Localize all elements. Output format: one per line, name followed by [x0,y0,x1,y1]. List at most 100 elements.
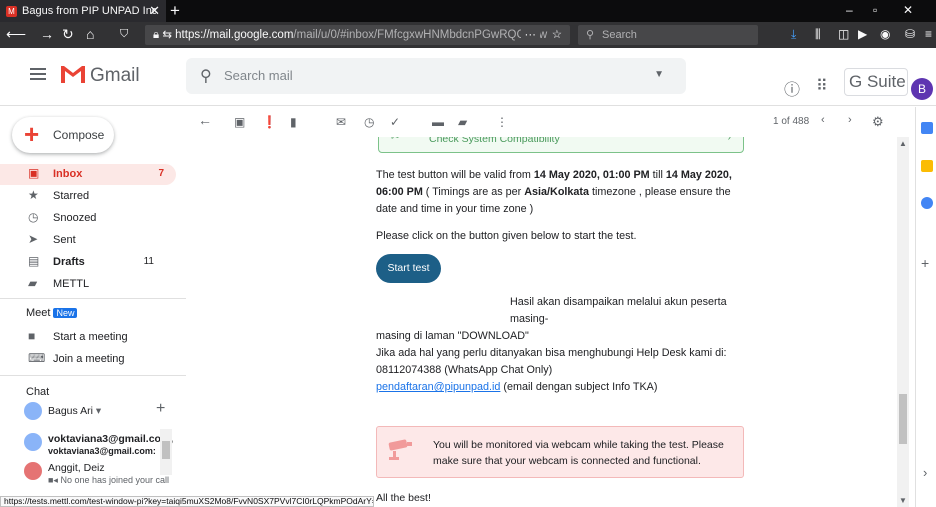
chevron-right-icon: › [727,137,731,143]
mark-unread-icon[interactable]: ✉ [336,115,346,129]
bookmark-star-icon[interactable]: ☆ [552,25,562,45]
gmail-favicon-icon: M [6,5,17,17]
validity-start: 14 May 2020, 01:00 PM [533,169,650,181]
settings-gear-icon[interactable]: ⚙ [872,114,884,130]
meet-section-title: Meet New [26,307,78,319]
back-to-inbox-icon[interactable]: ← [198,112,212,128]
snooze-icon[interactable]: ◷ [364,115,374,129]
sidebar-item-mettl[interactable]: ▰ METTL [0,274,176,295]
system-check-banner[interactable]: ✂ Check System Compatibility › [378,137,744,153]
user-avatar [24,402,42,420]
pocket-icon[interactable]: ▶ [858,27,867,41]
search-icon[interactable]: ⚲ [200,66,212,86]
sidebar-item-label: Snoozed [53,212,97,224]
join-meeting-item[interactable]: ⌨ Join a meeting [0,349,176,370]
url-bar[interactable]: 🔒︎ ⇆ https://mail.google.com/mail/u/0/#i… [145,25,570,45]
add-chat-button[interactable]: + [156,400,165,418]
account-avatar[interactable]: B [911,78,933,100]
apps-grid-icon[interactable]: ⠿ [816,76,828,96]
tab-title: Bagus from PIP UNPAD Indonesi [22,5,156,17]
sidebar-item-inbox[interactable]: ▣ Inbox 7 [0,164,176,185]
contact-email-link[interactable]: pendaftaran@pipunpad.id [376,381,500,393]
page-actions-icon[interactable]: ··· [520,25,540,45]
send-icon: ➤ [28,232,39,246]
scroll-thumb[interactable] [899,394,907,444]
sidebar-item-starred[interactable]: ★ Starred [0,186,176,207]
move-to-icon[interactable]: ▬ [432,115,444,129]
add-task-icon[interactable]: ✓ [390,115,400,129]
calendar-icon[interactable] [921,122,933,134]
gsuite-label: G Suite [849,72,906,91]
start-meeting-label: Start a meeting [53,331,128,343]
chat-avatar [24,433,42,451]
mail-search-input[interactable]: ⚲ Search mail ▼ [186,58,686,94]
start-meeting-item[interactable]: ■ Start a meeting [0,327,176,348]
download-icon[interactable]: ⤓ [791,27,796,42]
email-note: (email dengan subject Info TKA) [500,381,658,393]
home-icon[interactable]: ⌂ [86,26,94,42]
sidebar-item-sent[interactable]: ➤ Sent [0,230,176,251]
shield-icon[interactable]: ⛉ [120,28,128,41]
video-camera-icon: ■ [28,329,36,343]
scroll-down-icon[interactable]: ▼ [899,496,907,505]
menu-icon[interactable]: ≡ [925,27,932,41]
sidebar-item-label: METTL [53,278,90,290]
chat-user-label: Bagus Ari [48,405,93,417]
expand-panel-icon[interactable]: › [923,465,927,480]
join-meeting-label: Join a meeting [53,353,125,365]
draft-icon: ▤ [28,254,40,268]
status-dropdown-icon[interactable]: ▾ [96,405,101,417]
tab-close-icon[interactable]: ✕ [149,3,160,19]
more-icon[interactable]: ⋮ [496,115,508,129]
start-test-button[interactable]: Start test [376,254,441,283]
scroll-up-icon[interactable]: ▲ [899,139,907,148]
tasks-icon[interactable] [921,197,933,209]
back-icon[interactable]: ⟵ [6,26,26,43]
label-icon[interactable]: ▰ [458,115,467,129]
tool-icon: ✂ [391,137,400,143]
keep-icon[interactable] [921,160,933,172]
reload-icon[interactable]: ↻ [62,26,74,43]
add-addon-icon[interactable]: + [921,255,929,271]
chat-user-name[interactable]: Bagus Ari ▾ [48,405,101,417]
sidebar-item-snoozed[interactable]: ◷ Snoozed [0,208,176,229]
gsuite-logo[interactable]: G Suite [844,68,908,96]
chat-scrollbar[interactable] [160,429,172,475]
older-icon[interactable]: › [848,114,852,126]
meet-title: Meet [26,307,51,319]
delete-icon[interactable]: ▮ [290,115,297,129]
main-menu-icon[interactable] [30,68,46,80]
webcam-icon [388,439,412,460]
email-scrollbar[interactable]: ▲ ▼ [897,137,909,507]
account-icon[interactable]: ◉ [880,27,890,41]
archive-icon[interactable]: ▣ [234,115,245,129]
search-options-icon[interactable]: ▼ [654,69,664,80]
library-icon[interactable]: ⫼ [815,27,821,42]
maximize-button[interactable]: ▫ [873,3,877,17]
chat-preview: voktaviana3@gmail.com: Misal [48,446,158,456]
gmail-logo-icon [61,66,85,83]
new-tab-button[interactable]: + [170,1,180,21]
webcam-notice-text: You will be monitored via webcam while t… [433,439,724,467]
sidebar-item-drafts[interactable]: ▤ Drafts 11 [0,252,176,273]
video-icon: ■◂ [48,475,61,485]
browser-search-box[interactable]: ⚲ Search [578,25,758,45]
extension-icon[interactable]: ⛁ [905,27,915,41]
new-badge: New [53,308,78,318]
compose-button[interactable]: + Compose [12,117,114,153]
help-line: Jika ada hal yang perlu ditanyakan bisa … [376,347,727,359]
chat-name[interactable]: voktaviana3@gmail.com, [48,433,173,445]
window-close-button[interactable]: ✕ [903,3,913,17]
sidebar-toggle-icon[interactable]: ◫ [838,27,849,41]
minimize-button[interactable]: – [846,3,853,17]
sidebar: + Compose ▣ Inbox 7 ★ Starred ◷ Snoozed … [0,107,186,507]
closing-text: All the best! [376,492,431,504]
newer-icon[interactable]: ‹ [821,114,825,126]
report-spam-icon[interactable]: ❗ [262,115,277,129]
validity-text: The test button will be valid from 14 Ma… [376,167,748,218]
forward-icon[interactable]: → [40,26,54,42]
help-icon[interactable]: ⓘ [784,76,800,100]
chat-name[interactable]: Anggit, Deiz [48,462,105,474]
app-name: Gmail [90,65,140,86]
browser-tab[interactable]: M Bagus from PIP UNPAD Indonesi ✕ [0,0,166,22]
